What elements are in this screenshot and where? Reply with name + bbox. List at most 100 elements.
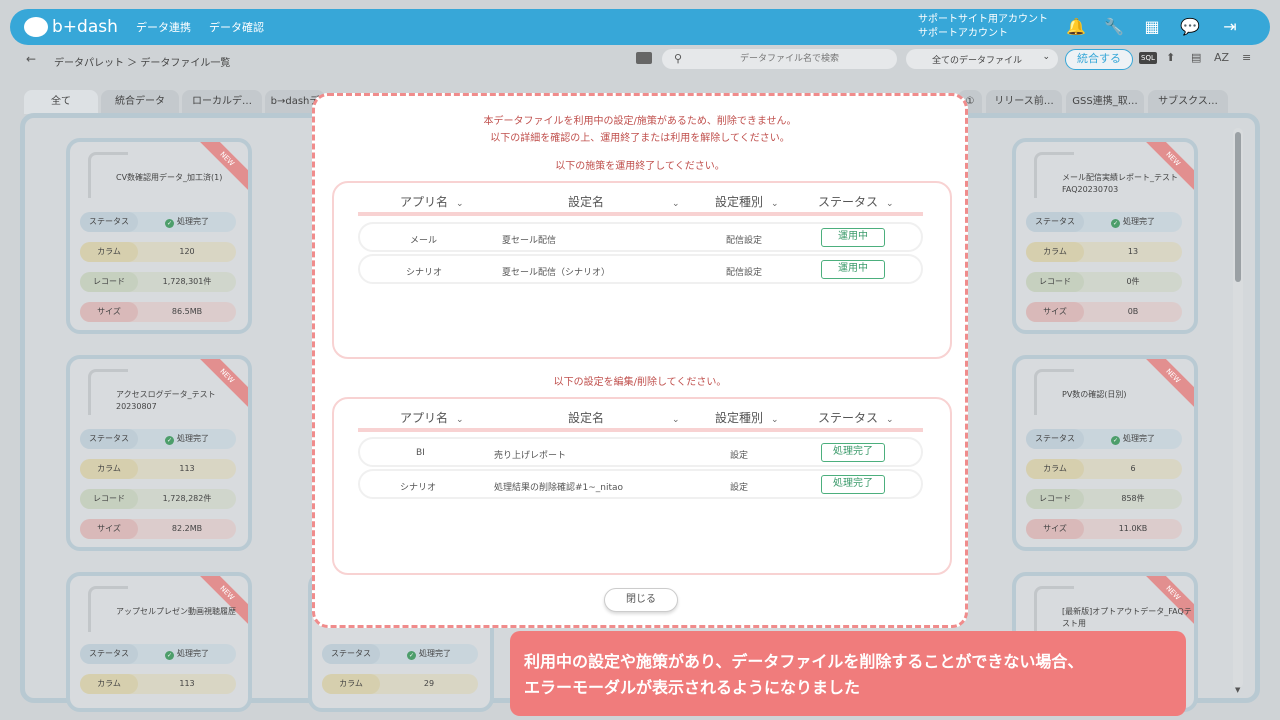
data-file-card[interactable]: NEW アクセスログデータ_テスト20230807 ステータス ✓ 処理完了 カラム… [66,355,252,551]
status-label: ステータス [1026,212,1084,232]
cell-app: シナリオ [400,483,437,493]
size-value: 86.5MB [171,307,203,316]
cell-name: 売り上げレポート [494,451,567,461]
tab-subscription[interactable]: サブスクス… [1148,90,1228,114]
table-row[interactable]: シナリオ 処理結果の削除確認#1~_nitao 設定 処理完了 [358,469,923,499]
new-ribbon: NEW [190,576,248,630]
table-row[interactable]: シナリオ 夏セール配信（シナリオ） 配信設定 運用中 [358,254,923,284]
scrollbar[interactable] [1233,128,1243,688]
logout-icon[interactable]: ⇥ [1220,17,1240,37]
file-filter-select[interactable]: 全てのデータファイル ⌄ [906,49,1058,69]
col-status[interactable]: ステータス ⌄ [818,193,894,210]
status-value: 処理完了 [1123,217,1155,226]
back-arrow-icon[interactable]: ← [26,52,36,66]
column-value: 29 [423,679,435,688]
toolbar: ← データパレット ＞ データファイル一覧 ⚲ 全てのデータファイル ⌄ 統合す… [6,46,1274,76]
bell-icon[interactable]: 🔔 [1066,17,1086,37]
col-setting-type[interactable]: 設定種別 ⌄ [715,409,779,426]
modal-message-line1: 本データファイルを利用中の設定/施策があるため、削除できません。 [483,116,797,127]
size-value: 11.0KB [1118,524,1148,533]
card-title: アクセスログデータ_テスト20230807 [116,390,216,411]
status-label: ステータス [80,644,138,664]
column-value: 13 [1127,247,1139,256]
col-setting-name[interactable]: 設定名 ⌄ [568,193,680,210]
status-value: 処理完了 [419,649,451,658]
folder-plus-icon[interactable] [636,52,652,64]
size-label: サイズ [80,519,138,539]
table-row[interactable]: メール 夏セール配信 配信設定 運用中 [358,222,923,252]
status-badge: 処理完了 [821,443,885,462]
column-label: カラム [1026,242,1084,262]
new-ribbon: NEW [1136,359,1194,413]
sql-icon[interactable]: SQL [1139,52,1157,64]
cell-name: 夏セール配信（シナリオ） [502,268,611,278]
check-icon: ✓ [165,219,174,228]
status-value: 処理完了 [177,434,209,443]
scroll-down-icon[interactable]: ▼ [1235,686,1240,694]
table-row[interactable]: BI 売り上げレポート 設定 処理完了 [358,437,923,467]
tab-gss[interactable]: GSS連携_取… [1066,90,1144,114]
column-value: 113 [179,679,195,688]
cell-type: 設定 [730,483,749,493]
scroll-thumb[interactable] [1235,132,1241,282]
chevron-down-icon: ⌄ [456,199,464,209]
record-value: 1,728,282件 [162,494,212,503]
chevron-down-icon: ⌄ [771,415,779,425]
search-input[interactable] [692,51,887,67]
annotation-callout: 利用中の設定や施策があり、データファイルを削除することができない場合、 エラーモ… [510,631,1186,716]
card-title: アップセルプレゼン動画視聴履歴 [116,607,236,616]
check-icon: ✓ [1111,219,1120,228]
chat-help-icon[interactable]: 💬 [1180,17,1200,37]
record-label: レコード [80,489,138,509]
close-button[interactable]: 閉じる [604,588,678,612]
tab-pre-release[interactable]: リリース前… [986,90,1062,114]
file-filter-value: 全てのデータファイル [932,56,1023,66]
card-title: メール配信実績レポート_テストFAQ20230703 [1062,173,1178,194]
merge-button[interactable]: 統合する [1065,49,1133,70]
record-value: 0件 [1126,277,1140,286]
status-value: 処理完了 [177,649,209,658]
column-label: カラム [80,674,138,694]
size-label: サイズ [1026,519,1084,539]
col-setting-type[interactable]: 設定種別 ⌄ [715,193,779,210]
section-settings-title: 以下の設定を編集/削除してください。 [553,377,727,388]
tab-all[interactable]: 全て [24,90,98,114]
data-file-card[interactable]: NEW CV数確認用データ_加工済(1) ステータス ✓ 処理完了 カラム 120 レ… [66,138,252,334]
campaigns-table-panel: アプリ名 ⌄ 設定名 ⌄ 設定種別 ⌄ ステータス ⌄ メール 夏セール配信 配信設定 … [332,181,952,359]
col-setting-name[interactable]: 設定名 ⌄ [568,409,680,426]
status-value: 処理完了 [1123,434,1155,443]
col-app-name[interactable]: アプリ名 ⌄ [400,193,464,210]
cell-type: 設定 [730,451,749,461]
check-icon: ✓ [1111,436,1120,445]
tab-local-data[interactable]: ローカルデ… [182,90,262,114]
tab-merged-data[interactable]: 統合データ [101,90,179,114]
nav-data-check[interactable]: データ確認 [209,19,264,35]
menu-icon[interactable]: ≡ [1242,51,1251,64]
account-info[interactable]: サポートサイト用アカウント サポートアカウント [918,13,1048,41]
cell-type: 配信設定 [726,268,763,278]
status-badge: 処理完了 [821,475,885,494]
logo[interactable]: b+dash [24,15,118,39]
logo-icon [24,17,48,37]
data-file-card[interactable]: NEW PV数の確認(日別) ステータス ✓ 処理完了 カラム 6 レコード 858件 … [1012,355,1198,551]
size-label: サイズ [80,302,138,322]
list-view-icon[interactable]: ▤ [1191,51,1201,64]
col-app-name[interactable]: アプリ名 ⌄ [400,409,464,426]
status-label: ステータス [80,429,138,449]
search-icon: ⚲ [674,52,683,65]
nav-data-integration[interactable]: データ連携 [136,19,191,35]
grid-icon[interactable]: ▦ [1142,17,1162,37]
data-file-card[interactable]: NEW アップセルプレゼン動画視聴履歴 ステータス ✓ 処理完了 カラム 113 [66,572,252,712]
sort-az-icon[interactable]: AZ [1214,51,1229,64]
col-status[interactable]: ステータス ⌄ [818,409,894,426]
chevron-down-icon: ⌄ [672,415,680,425]
size-value: 0B [1127,307,1139,316]
chevron-down-icon: ⌄ [1042,52,1050,62]
wrench-icon[interactable]: 🔧 [1104,17,1124,37]
data-file-card[interactable]: NEW メール配信実績レポート_テストFAQ20230703 ステータス ✓ 処理完… [1012,138,1198,334]
cell-app: BI [416,448,425,458]
upload-icon[interactable]: ⬆ [1166,51,1175,64]
account-user: サポートアカウント [918,28,1008,39]
cell-name: 夏セール配信 [502,236,557,246]
callout-line2: エラーモーダルが表示されるようになりました [524,678,861,697]
